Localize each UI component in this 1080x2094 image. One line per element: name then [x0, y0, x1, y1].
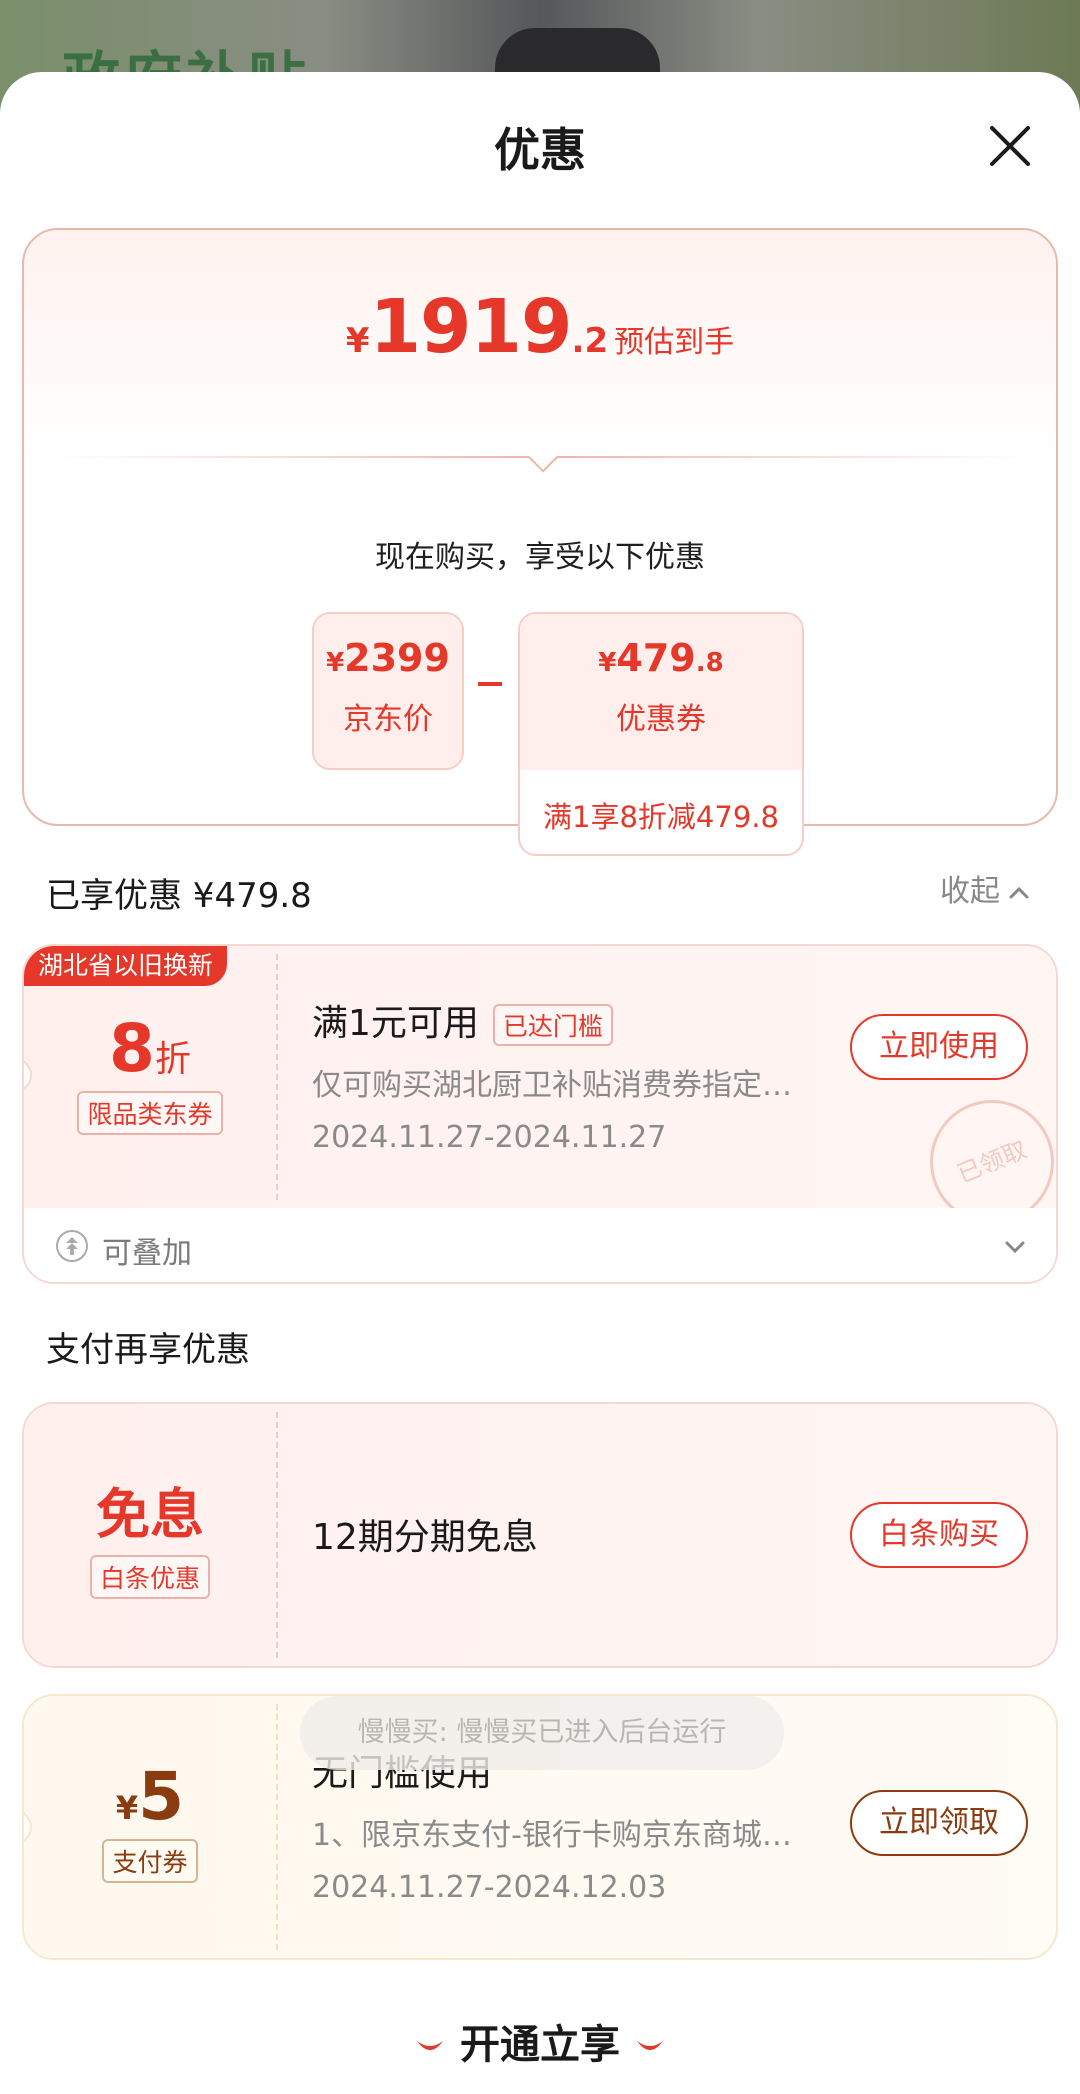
coupon-description: 1、限京东支付-银行卡购京东商城商品: [312, 1818, 812, 1853]
activate-now-button[interactable]: 开通立享: [0, 2012, 1080, 2070]
enjoyed-discount-title: 已享优惠 ¥479.8: [46, 876, 312, 916]
smile-left-icon: [417, 2041, 443, 2050]
divider-notch-icon: [527, 441, 559, 473]
dashed-separator: [276, 954, 278, 1200]
coupon-card-subsidy: 湖北省以旧换新 8折 限品类东券 满1元可用 已达门槛 仅可购买湖北厨卫补贴消费券…: [22, 944, 1058, 1284]
coupon-type-tag: 限品类东券: [77, 1091, 223, 1135]
claim-now-button[interactable]: 立即领取: [850, 1790, 1028, 1856]
dashed-separator: [276, 1412, 278, 1658]
use-now-button[interactable]: 立即使用: [850, 1014, 1028, 1080]
stackable-icon: [56, 1230, 88, 1262]
coupon-title: 满1元可用: [312, 1003, 479, 1044]
close-icon[interactable]: [982, 118, 1038, 174]
coupon-value: 8折: [109, 1010, 191, 1087]
price-summary-card: ¥1919.2 预估到手 现在购买，享受以下优惠 ¥2399 京东价 ¥479.8…: [22, 228, 1058, 856]
activate-now-label: 开通立享: [460, 2022, 620, 2068]
coupon-discount-amount: ¥479.8: [598, 636, 724, 680]
estimated-price-decimal: .2: [571, 321, 609, 361]
dashed-separator: [276, 1704, 278, 1950]
jd-price: ¥2399: [326, 636, 450, 680]
coupon-description: 仅可购买湖北厨卫补贴消费券指定商品: [312, 1068, 812, 1103]
coupon-validity-date: 2024.11.27-2024.11.27: [312, 1120, 667, 1155]
discount-sheet: 优惠 ¥1919.2 预估到手 现在购买，享受以下优惠 ¥2399 京东价 ¥47…: [0, 72, 1080, 2094]
baitiao-buy-button[interactable]: 白条购买: [850, 1502, 1028, 1568]
coupon-discount-box: ¥479.8 优惠券 满1享8折减479.8: [518, 612, 804, 856]
coupon-type-tag: 白条优惠: [89, 1555, 210, 1599]
payment-discount-title: 支付再享优惠: [46, 1330, 250, 1370]
stackable-row[interactable]: 可叠加: [24, 1208, 1056, 1282]
collapse-button[interactable]: 收起: [940, 866, 1032, 910]
minus-icon: [478, 682, 502, 686]
chevron-up-icon: [1009, 886, 1029, 898]
estimated-price-label: 预估到手: [614, 325, 735, 360]
threshold-reached-tag: 已达门槛: [492, 1004, 613, 1046]
jd-price-box: ¥2399 京东价: [312, 612, 464, 770]
coupon-value: 免息: [96, 1483, 204, 1546]
coupon-discount-label: 优惠券: [616, 702, 706, 737]
coupon-validity-date: 2024.11.27-2024.12.03: [312, 1870, 667, 1905]
sheet-title: 优惠: [494, 123, 586, 177]
estimated-price: ¥1919.2 预估到手: [345, 284, 735, 370]
estimated-price-integer: 1919: [369, 284, 573, 370]
buy-now-text: 现在购买，享受以下优惠: [375, 540, 705, 575]
coupon-type-tag: 支付券: [102, 1839, 198, 1883]
collapse-label: 收起: [940, 874, 1000, 909]
jd-price-label: 京东价: [343, 702, 433, 737]
background-running-toast: 慢慢买: 慢慢买已进入后台运行: [300, 1696, 784, 1770]
stackable-label: 可叠加: [102, 1236, 192, 1271]
smile-right-icon: [637, 2041, 663, 2050]
coupon-card-interest-free: 免息 白条优惠 12期分期免息 白条购买: [22, 1402, 1058, 1668]
chevron-down-icon[interactable]: [1000, 1232, 1030, 1262]
region-tag: 湖北省以旧换新: [24, 946, 228, 986]
coupon-title: 12期分期免息: [312, 1517, 538, 1558]
coupon-value: ¥5: [115, 1758, 185, 1835]
coupon-discount-rule: 满1享8折减479.8: [543, 800, 779, 834]
